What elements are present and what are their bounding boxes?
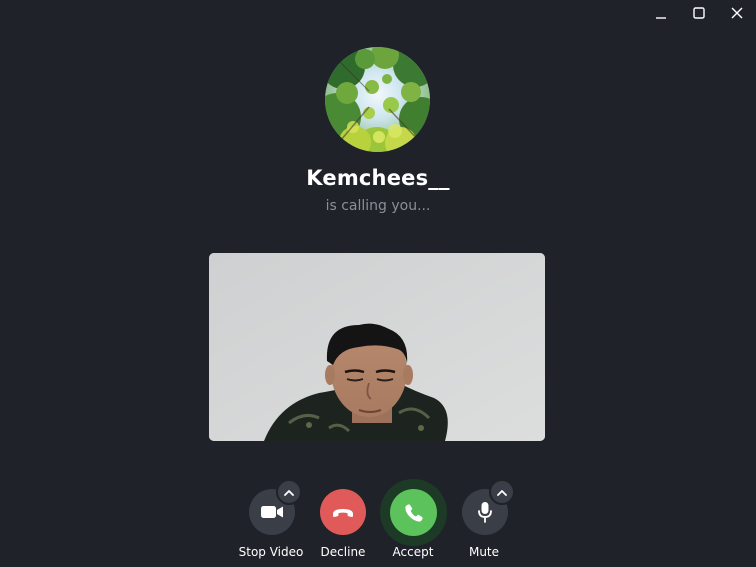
- phone-icon: [404, 503, 423, 522]
- caller-avatar: [325, 47, 430, 152]
- caller-name: Kemchees__: [306, 166, 450, 190]
- close-button[interactable]: [718, 0, 756, 26]
- self-video-preview: [209, 253, 545, 441]
- maximize-button[interactable]: [680, 0, 718, 26]
- accept-label: Accept: [392, 545, 434, 559]
- maximize-icon: [693, 7, 705, 19]
- chevron-up-icon: [497, 489, 507, 496]
- minimize-button[interactable]: [642, 0, 680, 26]
- video-camera-icon: [261, 506, 283, 518]
- video-options-button[interactable]: [276, 479, 302, 505]
- call-status: is calling you...: [325, 198, 431, 214]
- chevron-up-icon: [284, 489, 294, 496]
- call-window: Kemchees__ is calling you... Stop Video …: [0, 0, 756, 567]
- audio-options-button[interactable]: [489, 479, 515, 505]
- phone-hangup-icon: [333, 509, 353, 517]
- close-icon: [731, 7, 743, 19]
- decline-label: Decline: [320, 545, 366, 559]
- mute-label: Mute: [468, 545, 500, 559]
- window-controls: [642, 0, 756, 26]
- decline-button[interactable]: [320, 489, 366, 535]
- minimize-icon: [656, 17, 666, 19]
- microphone-icon: [478, 502, 492, 523]
- accept-button[interactable]: [390, 489, 437, 536]
- stop-video-label: Stop Video: [238, 545, 304, 559]
